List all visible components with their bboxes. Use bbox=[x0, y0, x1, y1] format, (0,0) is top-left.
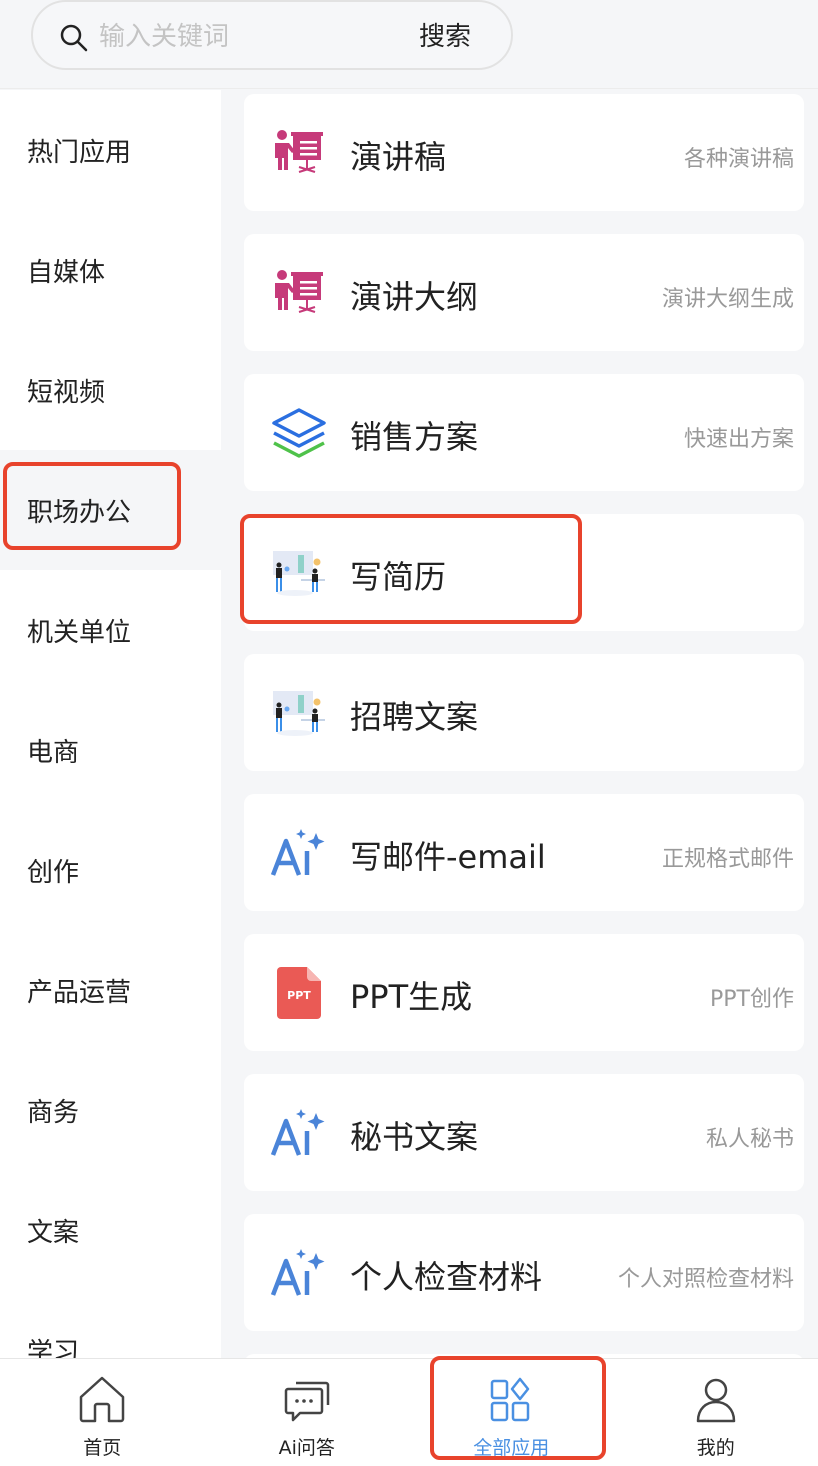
sidebar-item-label: 职场办公 bbox=[27, 497, 132, 528]
tab-label: 首页 bbox=[83, 1437, 122, 1459]
app-card-sales-plan[interactable]: 销售方案 快速出方案 bbox=[244, 374, 804, 491]
app-card-speech[interactable]: 演讲稿 各种演讲稿 bbox=[244, 94, 804, 211]
sidebar-item-product-ops[interactable]: 产品运营 bbox=[0, 930, 221, 1050]
ai-sparkle-icon bbox=[270, 1244, 328, 1302]
search-box: 搜索 bbox=[31, 0, 513, 70]
tab-label: 我的 bbox=[696, 1437, 735, 1459]
sidebar-item-label: 电商 bbox=[27, 737, 80, 768]
app-card-ppt-generate[interactable]: PPT PPT生成 PPT创作 bbox=[244, 934, 804, 1051]
apps-grid-icon bbox=[491, 1377, 530, 1422]
app-title: 销售方案 bbox=[350, 418, 479, 456]
ai-sparkle-icon bbox=[270, 1104, 328, 1162]
tab-label: Ai问答 bbox=[278, 1437, 335, 1459]
sidebar-item-copywriting[interactable]: 文案 bbox=[0, 1170, 221, 1290]
app-card-recruitment-copy[interactable]: 招聘文案 bbox=[244, 654, 804, 771]
app-description: PPT创作 bbox=[710, 987, 794, 1012]
sidebar-item-short-video[interactable]: 短视频 bbox=[0, 330, 221, 450]
app-card-secretary-copy[interactable]: 秘书文案 私人秘书 bbox=[244, 1074, 804, 1191]
app-description: 演讲大纲生成 bbox=[661, 287, 794, 312]
app-title: 演讲稿 bbox=[350, 138, 447, 176]
app-card-write-resume[interactable]: 写简历 bbox=[244, 514, 804, 631]
search-input[interactable] bbox=[99, 18, 399, 56]
category-sidebar: 热门应用 自媒体 短视频 职场办公 机关单位 电商 创作 产品运营 商务 文案 … bbox=[0, 90, 221, 1360]
presentation-icon bbox=[270, 124, 328, 182]
app-description: 私人秘书 bbox=[705, 1127, 794, 1152]
svg-text:PPT: PPT bbox=[287, 989, 311, 1002]
search-icon bbox=[60, 24, 88, 52]
sidebar-item-hot-apps[interactable]: 热门应用 bbox=[0, 90, 221, 210]
tab-ai-qa[interactable]: Ai问答 bbox=[205, 1359, 410, 1466]
sidebar-item-label: 产品运营 bbox=[27, 977, 132, 1008]
sidebar-item-label: 热门应用 bbox=[27, 137, 132, 168]
ppt-file-icon: PPT bbox=[270, 964, 328, 1022]
sidebar-item-self-media[interactable]: 自媒体 bbox=[0, 210, 221, 330]
tab-all-apps[interactable]: 全部应用 bbox=[409, 1359, 614, 1466]
app-title: PPT生成 bbox=[350, 978, 473, 1016]
app-description: 各种演讲稿 bbox=[683, 147, 794, 172]
app-title: 秘书文案 bbox=[350, 1118, 479, 1156]
sidebar-item-label: 商务 bbox=[27, 1097, 80, 1128]
user-icon bbox=[696, 1378, 735, 1423]
presentation-icon bbox=[270, 264, 328, 322]
sidebar-item-creation[interactable]: 创作 bbox=[0, 810, 221, 930]
sidebar-item-study[interactable]: 学习 bbox=[0, 1290, 221, 1361]
app-title: 写邮件-email bbox=[350, 838, 546, 876]
bottom-tab-bar: 首页 Ai问答 全部应用 我的 bbox=[0, 1358, 818, 1466]
office-illustration-icon bbox=[270, 544, 328, 602]
ai-sparkle-icon bbox=[270, 824, 328, 882]
home-icon bbox=[80, 1376, 125, 1423]
app-title: 招聘文案 bbox=[350, 698, 479, 736]
app-description: 个人对照检查材料 bbox=[617, 1267, 794, 1292]
sidebar-item-workplace-office[interactable]: 职场办公 bbox=[0, 450, 221, 570]
search-button[interactable]: 搜索 bbox=[419, 16, 471, 53]
search-header: 搜索 bbox=[0, 0, 818, 89]
sidebar-item-label: 学习 bbox=[27, 1337, 80, 1361]
app-list: 演讲稿 各种演讲稿 演讲大纲 演讲大纲生成 销售方案 快速出方案 写简历 招聘文… bbox=[221, 90, 818, 1360]
app-description: 快速出方案 bbox=[683, 427, 794, 452]
app-title: 个人检查材料 bbox=[350, 1258, 543, 1296]
office-illustration-icon bbox=[270, 684, 328, 742]
app-title: 写简历 bbox=[350, 558, 447, 596]
tab-home[interactable]: 首页 bbox=[0, 1359, 205, 1466]
sidebar-item-label: 自媒体 bbox=[27, 257, 106, 288]
layers-icon bbox=[270, 404, 328, 462]
app-card-personal-review[interactable]: 个人检查材料 个人对照检查材料 bbox=[244, 1214, 804, 1331]
app-description: 正规格式邮件 bbox=[661, 847, 794, 872]
sidebar-item-label: 创作 bbox=[27, 857, 80, 888]
app-title: 演讲大纲 bbox=[350, 278, 479, 316]
sidebar-item-label: 机关单位 bbox=[27, 617, 132, 648]
chat-icon bbox=[284, 1381, 329, 1422]
tab-label: 全部应用 bbox=[473, 1437, 550, 1459]
sidebar-item-business[interactable]: 商务 bbox=[0, 1050, 221, 1170]
app-card-write-email[interactable]: 写邮件-email 正规格式邮件 bbox=[244, 794, 804, 911]
sidebar-item-label: 短视频 bbox=[27, 377, 106, 408]
app-card-speech-outline[interactable]: 演讲大纲 演讲大纲生成 bbox=[244, 234, 804, 351]
tab-mine[interactable]: 我的 bbox=[614, 1359, 818, 1466]
sidebar-item-label: 文案 bbox=[27, 1217, 80, 1248]
sidebar-item-ecommerce[interactable]: 电商 bbox=[0, 690, 221, 810]
sidebar-item-government[interactable]: 机关单位 bbox=[0, 570, 221, 690]
